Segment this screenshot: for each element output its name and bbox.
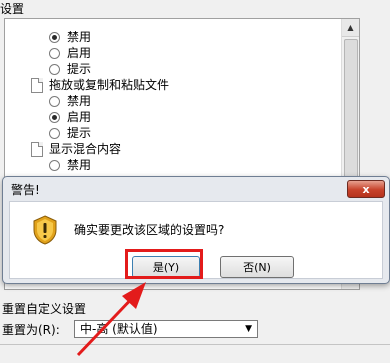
radio-button[interactable]: [49, 95, 60, 107]
reset-row: 重置为(R):: [2, 321, 60, 338]
radio-button[interactable]: [49, 47, 60, 59]
dropdown-arrow-icon: ▼: [245, 324, 252, 334]
reset-level-value: 中-高 (默认值): [80, 322, 158, 336]
radio-button[interactable]: [49, 31, 60, 43]
option-disable-2[interactable]: 禁用: [49, 93, 91, 109]
option-prompt-2[interactable]: 提示: [49, 125, 91, 141]
radio-button[interactable]: [49, 63, 60, 75]
no-button[interactable]: 否(N): [220, 256, 294, 278]
bottom-divider: [0, 344, 390, 363]
dialog-message: 确实要更改该区域的设置吗?: [74, 223, 225, 237]
option-disable-3[interactable]: 禁用: [49, 157, 91, 173]
section-heading: 设置: [0, 2, 25, 16]
scroll-up-icon[interactable]: ▲: [342, 19, 359, 37]
close-button[interactable]: x: [347, 180, 385, 198]
reset-label: 重置为(R):: [2, 323, 60, 337]
document-icon: [31, 77, 43, 93]
reset-section-title: 重置自定义设置: [2, 302, 87, 316]
option-disable-1[interactable]: 禁用: [49, 29, 91, 45]
dialog-title: 警告!: [11, 183, 40, 197]
reset-level-select[interactable]: 中-高 (默认值) ▼: [74, 320, 258, 338]
option-enable-2[interactable]: 启用: [49, 109, 91, 125]
document-icon: [31, 141, 43, 157]
warning-shield-icon: [33, 215, 57, 245]
radio-button[interactable]: [49, 111, 60, 123]
radio-button[interactable]: [49, 127, 60, 139]
group-mixed-content: 显示混合内容: [31, 141, 121, 157]
group-drag-drop: 拖放或复制和粘贴文件: [31, 77, 169, 93]
radio-button[interactable]: [49, 159, 60, 171]
option-enable-1[interactable]: 启用: [49, 45, 91, 61]
highlight-box: [125, 249, 203, 279]
option-prompt-1[interactable]: 提示: [49, 61, 91, 77]
